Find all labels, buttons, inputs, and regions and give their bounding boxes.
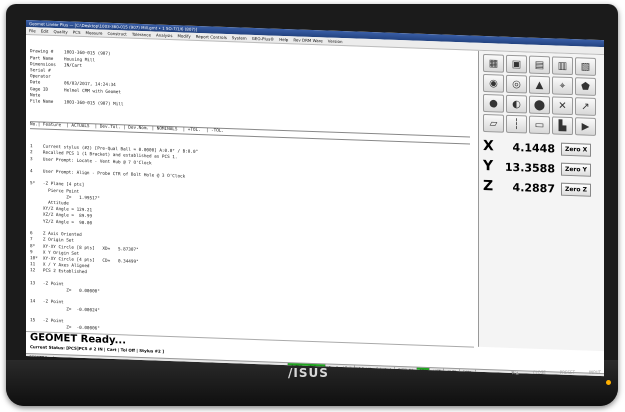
axis-value: 4.2887 [512, 180, 555, 195]
feature-tool-icon[interactable]: ◉ [483, 73, 504, 93]
feature-tool-icon[interactable]: ▭ [529, 115, 550, 135]
report-header: Drawing #1003-360-015 (907) Part Name Hous… [30, 50, 470, 121]
zero-z-button[interactable]: Zero Z [561, 182, 591, 197]
zero-y-button[interactable]: Zero Y [561, 162, 591, 177]
feature-tool-icon[interactable]: ✕ [552, 96, 573, 116]
menu-rev[interactable]: Rev DRM Ware [293, 36, 322, 44]
bezel-button-input[interactable]: INPUT [589, 370, 601, 375]
axis-label: Z [483, 177, 494, 195]
menu-help[interactable]: Help [279, 36, 288, 43]
axis-value: 13.3588 [504, 160, 555, 175]
feature-tool-icon[interactable]: ⬤ [529, 95, 550, 115]
bezel-button-preset[interactable]: PRESET [560, 370, 575, 375]
menu-pcs[interactable]: PCS [73, 29, 81, 36]
asus-logo: /ISUS [288, 366, 329, 380]
axis-label: Y [483, 157, 494, 175]
menu-modify[interactable]: Modify [177, 32, 190, 39]
screen: Geomet Linear Plus — [C:\Desktop\1003-36… [26, 20, 604, 377]
zero-x-button[interactable]: Zero X [561, 142, 592, 157]
right-panel: ▦ ▣ ▤ ▥ ▧ ◉ ◎ ▲ ⌖ ⬟ ● ◐ ⬤ ✕ ↗ ▱ ┆ ▭ ▙ ▶ X 4.1448 Zero X Y 13.35… [478, 50, 604, 352]
inspection-report[interactable]: Drawing #1003-360-015 (907) Part Name Hous… [26, 35, 474, 347]
menu-geo-plus[interactable]: GEO-Plus® [252, 35, 274, 43]
feature-tool-icon[interactable]: ▧ [575, 57, 596, 76]
feature-toolbar: ▦ ▣ ▤ ▥ ▧ ◉ ◎ ▲ ⌖ ⬟ ● ◐ ⬤ ✕ ↗ ▱ ┆ ▭ ▙ ▶ [479, 51, 604, 139]
feature-tool-icon[interactable]: ▤ [529, 55, 550, 75]
report-lines: 1 Current stylus (#2) [Pre-Qual Ball = 0… [30, 144, 470, 346]
menu-edit[interactable]: Edit [41, 28, 49, 35]
feature-tool-icon[interactable]: ▶ [575, 117, 596, 136]
feature-tool-icon[interactable]: ◎ [506, 74, 527, 94]
report-header-key: File Name [30, 99, 54, 105]
bezel-buttons: ▼/▲ CLOSE PRESET INPUT [511, 370, 601, 375]
menu-system[interactable]: System [232, 34, 247, 42]
power-led-icon[interactable] [606, 380, 611, 385]
menu-analysis[interactable]: Analysis [156, 32, 172, 40]
feature-tool-icon[interactable]: ▣ [506, 54, 527, 74]
feature-tool-icon[interactable]: ⌖ [552, 76, 573, 96]
feature-tool-icon[interactable]: ▱ [483, 113, 504, 133]
dro-axis-x: X 4.1448 Zero X [483, 137, 601, 159]
menu-construct[interactable]: Construct [108, 30, 127, 38]
axis-value: 4.1448 [512, 140, 555, 155]
dro-readout: X 4.1448 Zero X Y 13.3588 Zero Y Z 4.2887 Zero Z [479, 137, 604, 199]
feature-tool-icon[interactable]: ◐ [506, 94, 527, 114]
dro-axis-z: Z 4.2887 Zero Z [483, 177, 601, 199]
dro-axis-y: Y 13.3588 Zero Y [483, 157, 601, 179]
feature-tool-icon[interactable]: ▲ [529, 75, 550, 95]
feature-tool-icon[interactable]: ↗ [575, 97, 596, 116]
feature-tool-icon[interactable]: ● [483, 93, 504, 113]
feature-tool-icon[interactable]: ▥ [552, 56, 573, 76]
feature-tool-icon[interactable]: ┆ [506, 114, 527, 134]
feature-tool-icon[interactable]: ⬟ [575, 77, 596, 96]
feature-tool-icon[interactable]: ▦ [483, 53, 504, 73]
bezel-button-close[interactable]: CLOSE [533, 370, 546, 375]
menu-version[interactable]: Version [328, 38, 343, 46]
menu-tolerance[interactable]: Tolerance [132, 31, 151, 39]
menu-measure[interactable]: Measure [86, 29, 103, 37]
bezel-button-menu[interactable]: ▼/▲ [511, 370, 519, 375]
menu-report-controls[interactable]: Report Controls [196, 33, 227, 41]
report-column-header: No.| Feature | ACTUALS | Dev.Tol. | Dev.… [30, 120, 470, 145]
menu-quality[interactable]: Quality [53, 28, 67, 35]
feature-tool-icon[interactable]: ▙ [552, 116, 573, 136]
menu-file[interactable]: File [29, 27, 36, 34]
axis-label: X [483, 137, 494, 155]
